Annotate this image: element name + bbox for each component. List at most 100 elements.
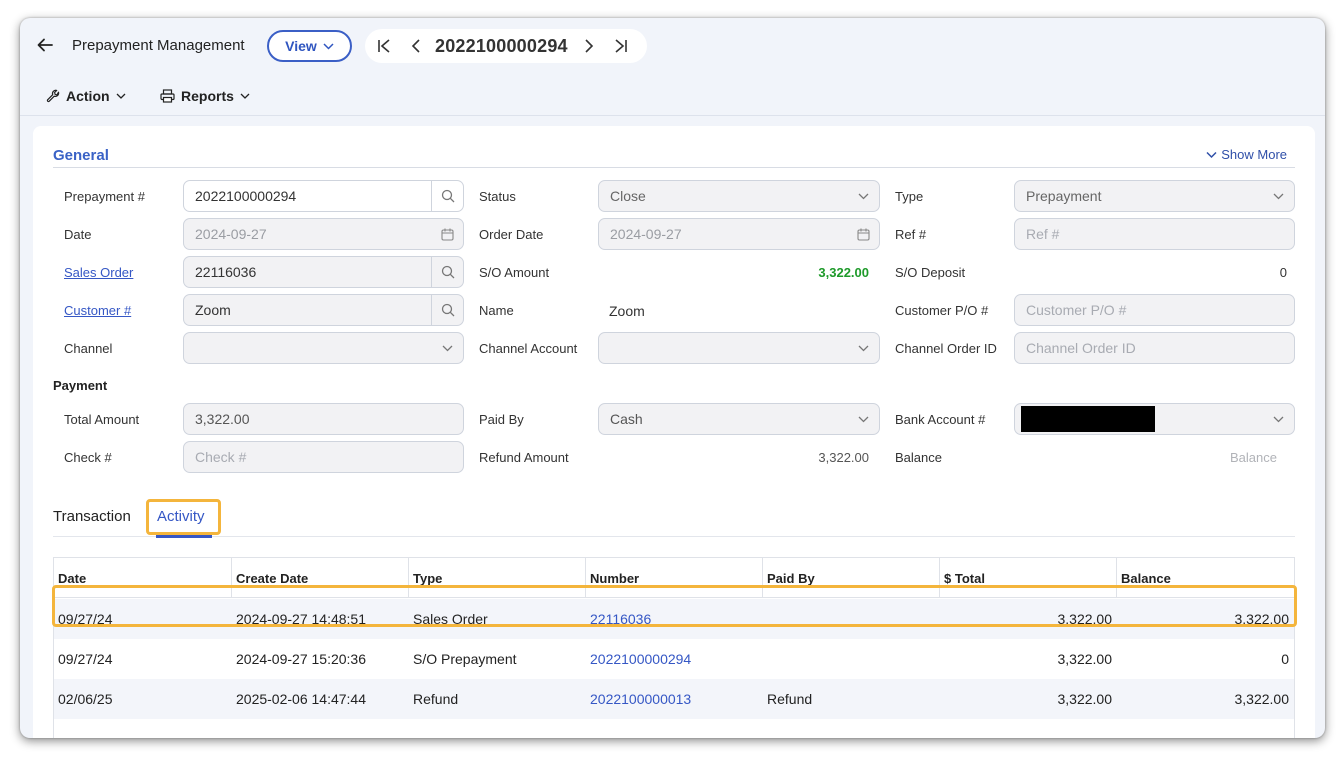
status-select[interactable]: Close: [598, 180, 880, 212]
cell-balance: 0: [1281, 651, 1289, 667]
cell-paid-by: [763, 639, 940, 679]
search-icon[interactable]: [431, 295, 463, 325]
name-value: Zoom: [609, 303, 645, 319]
ref-placeholder: Ref #: [1026, 226, 1060, 242]
search-icon[interactable]: [431, 257, 463, 287]
status-label: Status: [479, 189, 516, 204]
view-button[interactable]: View: [267, 30, 352, 62]
column-header-number[interactable]: Number: [586, 558, 763, 598]
so-amount-value: 3,322.00: [818, 265, 869, 280]
cell-number-link[interactable]: 2022100000294: [586, 639, 763, 679]
next-record-icon[interactable]: [578, 35, 600, 57]
ref-field[interactable]: Ref #: [1014, 218, 1295, 250]
cell-create-date: 2024-09-27 14:48:51: [236, 611, 366, 627]
paid-by-select[interactable]: Cash: [598, 403, 880, 435]
view-button-label: View: [285, 38, 317, 54]
chevron-down-icon: [1206, 151, 1217, 158]
date-field[interactable]: 2024-09-27: [183, 218, 464, 250]
status-value: Close: [610, 188, 646, 204]
customer-po-field[interactable]: Customer P/O #: [1014, 294, 1295, 326]
name-label: Name: [479, 303, 514, 318]
column-header-create-date[interactable]: Create Date: [232, 558, 409, 598]
date-value: 2024-09-27: [195, 226, 267, 242]
column-header-paid-by[interactable]: Paid By: [763, 558, 940, 598]
customer-po-label: Customer P/O #: [895, 303, 989, 318]
tab-divider: [53, 536, 1295, 537]
channel-account-select[interactable]: [598, 332, 880, 364]
payment-section-title: Payment: [53, 378, 108, 393]
table-row[interactable]: 09/27/24 2024-09-27 14:48:51 Sales Order…: [54, 599, 1294, 639]
channel-select[interactable]: [183, 332, 464, 364]
customer-po-placeholder: Customer P/O #: [1026, 302, 1127, 318]
reports-menu-button[interactable]: Reports: [160, 84, 250, 108]
record-number: 2022100000294: [435, 35, 568, 56]
order-date-label: Order Date: [479, 227, 544, 242]
cell-type: Refund: [413, 691, 459, 707]
check-number-field[interactable]: Check #: [183, 441, 464, 473]
table-row[interactable]: 09/27/24 2024-09-27 15:20:36 S/O Prepaym…: [54, 639, 1294, 679]
top-bar: Prepayment Management View 2022100000294: [20, 18, 1325, 74]
total-amount-field[interactable]: 3,322.00: [183, 403, 464, 435]
reports-label: Reports: [181, 88, 234, 104]
cell-paid-by: Refund: [767, 691, 813, 707]
search-icon[interactable]: [431, 181, 463, 211]
bank-account-label: Bank Account #: [895, 412, 986, 427]
bank-account-select[interactable]: [1014, 403, 1295, 435]
type-select[interactable]: Prepayment: [1014, 180, 1295, 212]
channel-order-id-field[interactable]: Channel Order ID: [1014, 332, 1295, 364]
prepayment-number-value: 2022100000294: [195, 188, 297, 204]
channel-order-id-label: Channel Order ID: [895, 341, 997, 356]
cell-number-link[interactable]: 2022100000013: [586, 679, 763, 719]
action-menu-button[interactable]: Action: [46, 84, 126, 108]
chevron-down-icon: [240, 93, 250, 99]
calendar-icon[interactable]: [847, 219, 879, 249]
check-number-placeholder: Check #: [195, 449, 247, 465]
so-deposit-value: 0: [1279, 265, 1287, 280]
column-header-type[interactable]: Type: [409, 558, 586, 598]
show-more-toggle[interactable]: Show More: [1206, 147, 1287, 162]
action-label: Action: [66, 88, 110, 104]
ref-label: Ref #: [895, 227, 927, 242]
toolbar: Action Reports: [20, 78, 1325, 116]
form-panel: General Show More Prepayment # 202210000…: [33, 126, 1315, 738]
customer-number-link[interactable]: Customer #: [64, 303, 131, 318]
back-arrow-icon[interactable]: [36, 36, 54, 54]
sales-order-link[interactable]: Sales Order: [64, 265, 133, 280]
table-header: Date Create Date Type Number Paid By $ T…: [54, 558, 1294, 598]
last-record-icon[interactable]: [610, 35, 632, 57]
chevron-down-icon: [1262, 404, 1294, 434]
balance-label: Balance: [895, 450, 942, 465]
sales-order-value: 22116036: [195, 264, 257, 280]
chevron-down-icon: [431, 333, 463, 363]
chevron-down-icon: [847, 404, 879, 434]
first-record-icon[interactable]: [373, 35, 395, 57]
tab-transaction[interactable]: Transaction: [53, 508, 131, 525]
cell-date: 02/06/25: [58, 691, 113, 707]
active-tab-indicator: [156, 535, 212, 538]
cell-create-date: 2025-02-06 14:47:44: [236, 691, 366, 707]
show-more-label: Show More: [1221, 147, 1287, 162]
customer-number-field[interactable]: Zoom: [183, 294, 464, 326]
cell-balance: 3,322.00: [1234, 611, 1290, 627]
channel-label: Channel: [64, 341, 113, 356]
date-label: Date: [64, 227, 92, 242]
table-row[interactable]: 02/06/25 2025-02-06 14:47:44 Refund 2022…: [54, 679, 1294, 719]
channel-account-label: Channel Account: [479, 341, 578, 356]
chevron-down-icon: [1262, 181, 1294, 211]
column-header-date[interactable]: Date: [54, 558, 232, 598]
order-date-field[interactable]: 2024-09-27: [598, 218, 880, 250]
column-header-balance[interactable]: Balance: [1117, 558, 1294, 598]
type-label: Type: [895, 189, 924, 204]
previous-record-icon[interactable]: [405, 35, 427, 57]
sales-order-field[interactable]: 22116036: [183, 256, 464, 288]
prepayment-number-field[interactable]: 2022100000294: [183, 180, 464, 212]
column-header-total[interactable]: $ Total: [940, 558, 1117, 598]
calendar-icon[interactable]: [431, 219, 463, 249]
printer-icon: [160, 89, 175, 103]
order-date-value: 2024-09-27: [610, 226, 682, 242]
paid-by-value: Cash: [610, 411, 643, 427]
refund-amount-label: Refund Amount: [479, 450, 569, 465]
cell-balance: 3,322.00: [1234, 691, 1290, 707]
cell-number-link[interactable]: 22116036: [586, 599, 763, 639]
type-value: Prepayment: [1026, 188, 1102, 204]
